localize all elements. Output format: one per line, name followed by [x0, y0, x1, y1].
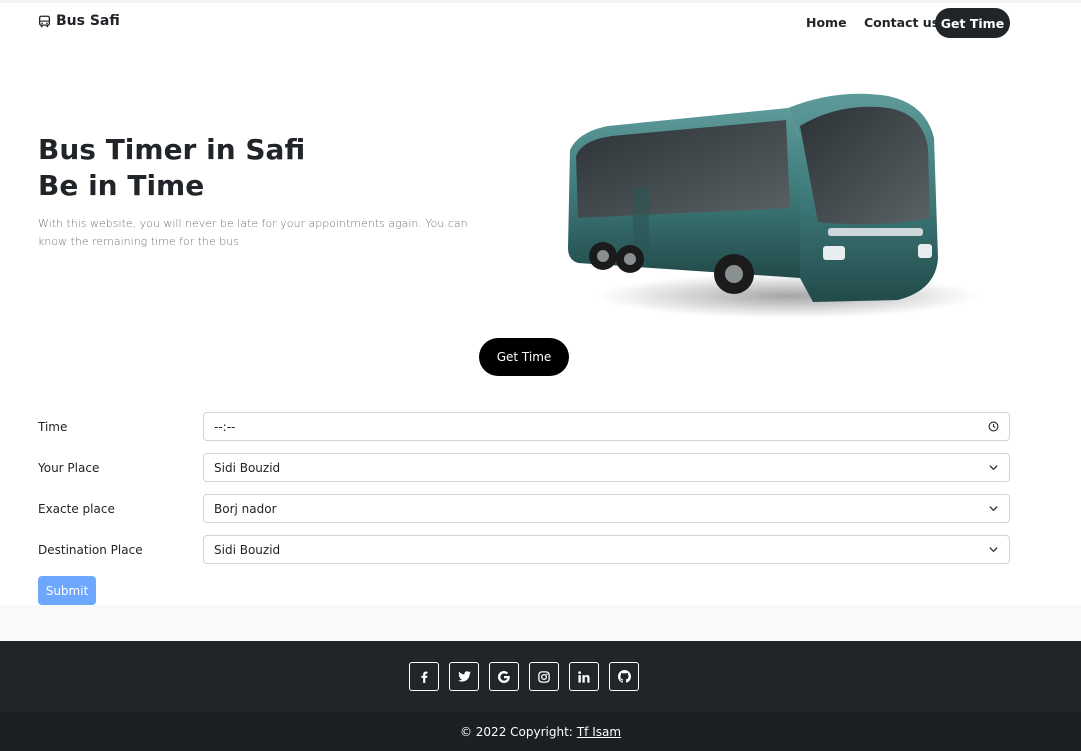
- destination-place-value: Sidi Bouzid: [214, 542, 281, 557]
- github-icon[interactable]: [609, 662, 639, 691]
- footer: © 2022 Copyright: Tf Isam: [0, 641, 1081, 751]
- hero-title-line1: Bus Timer in Safi: [38, 133, 306, 166]
- submit-button[interactable]: Submit: [38, 576, 96, 605]
- hero-title-line2: Be in Time: [38, 169, 205, 202]
- nav-home-link[interactable]: Home: [806, 15, 847, 30]
- exact-place-select[interactable]: Borj nador: [203, 494, 1010, 523]
- hero-description: With this website, you will never be lat…: [38, 217, 468, 248]
- exact-place-value: Borj nador: [214, 501, 277, 516]
- bus-icon: [38, 15, 51, 27]
- time-value: --:--: [214, 419, 236, 434]
- facebook-icon[interactable]: [409, 662, 439, 691]
- chevron-down-icon: [988, 544, 999, 555]
- nav-contact-link[interactable]: Contact us: [864, 15, 939, 30]
- destination-place-select[interactable]: Sidi Bouzid: [203, 535, 1010, 564]
- exact-place-label: Exacte place: [38, 502, 115, 516]
- time-label: Time: [38, 420, 68, 434]
- google-icon[interactable]: [489, 662, 519, 691]
- destination-place-label: Destination Place: [38, 543, 143, 557]
- top-border: [0, 0, 1081, 3]
- chevron-down-icon: [988, 503, 999, 514]
- linkedin-icon[interactable]: [569, 662, 599, 691]
- brand[interactable]: Bus Safi: [38, 13, 120, 29]
- time-input[interactable]: --:--: [203, 412, 1010, 441]
- author-link[interactable]: Tf Isam: [577, 725, 621, 739]
- twitter-icon[interactable]: [449, 662, 479, 691]
- social-links: [409, 662, 639, 691]
- hero-get-time-button[interactable]: Get Time: [479, 338, 569, 376]
- your-place-select[interactable]: Sidi Bouzid: [203, 453, 1010, 482]
- coach-bus-image: [568, 93, 978, 318]
- instagram-icon[interactable]: [529, 662, 559, 691]
- copyright-text: © 2022 Copyright:: [459, 724, 573, 739]
- chevron-down-icon: [988, 462, 999, 473]
- your-place-value: Sidi Bouzid: [214, 460, 281, 475]
- hero-title: Bus Timer in Safi Be in Time: [38, 132, 305, 204]
- pre-footer-band: [0, 605, 1081, 641]
- brand-name: Bus Safi: [56, 13, 120, 29]
- clock-icon[interactable]: [988, 421, 999, 432]
- nav-get-time-button[interactable]: Get Time: [935, 8, 1010, 38]
- footer-copyright-bar: © 2022 Copyright: Tf Isam: [0, 712, 1081, 751]
- your-place-label: Your Place: [38, 461, 100, 475]
